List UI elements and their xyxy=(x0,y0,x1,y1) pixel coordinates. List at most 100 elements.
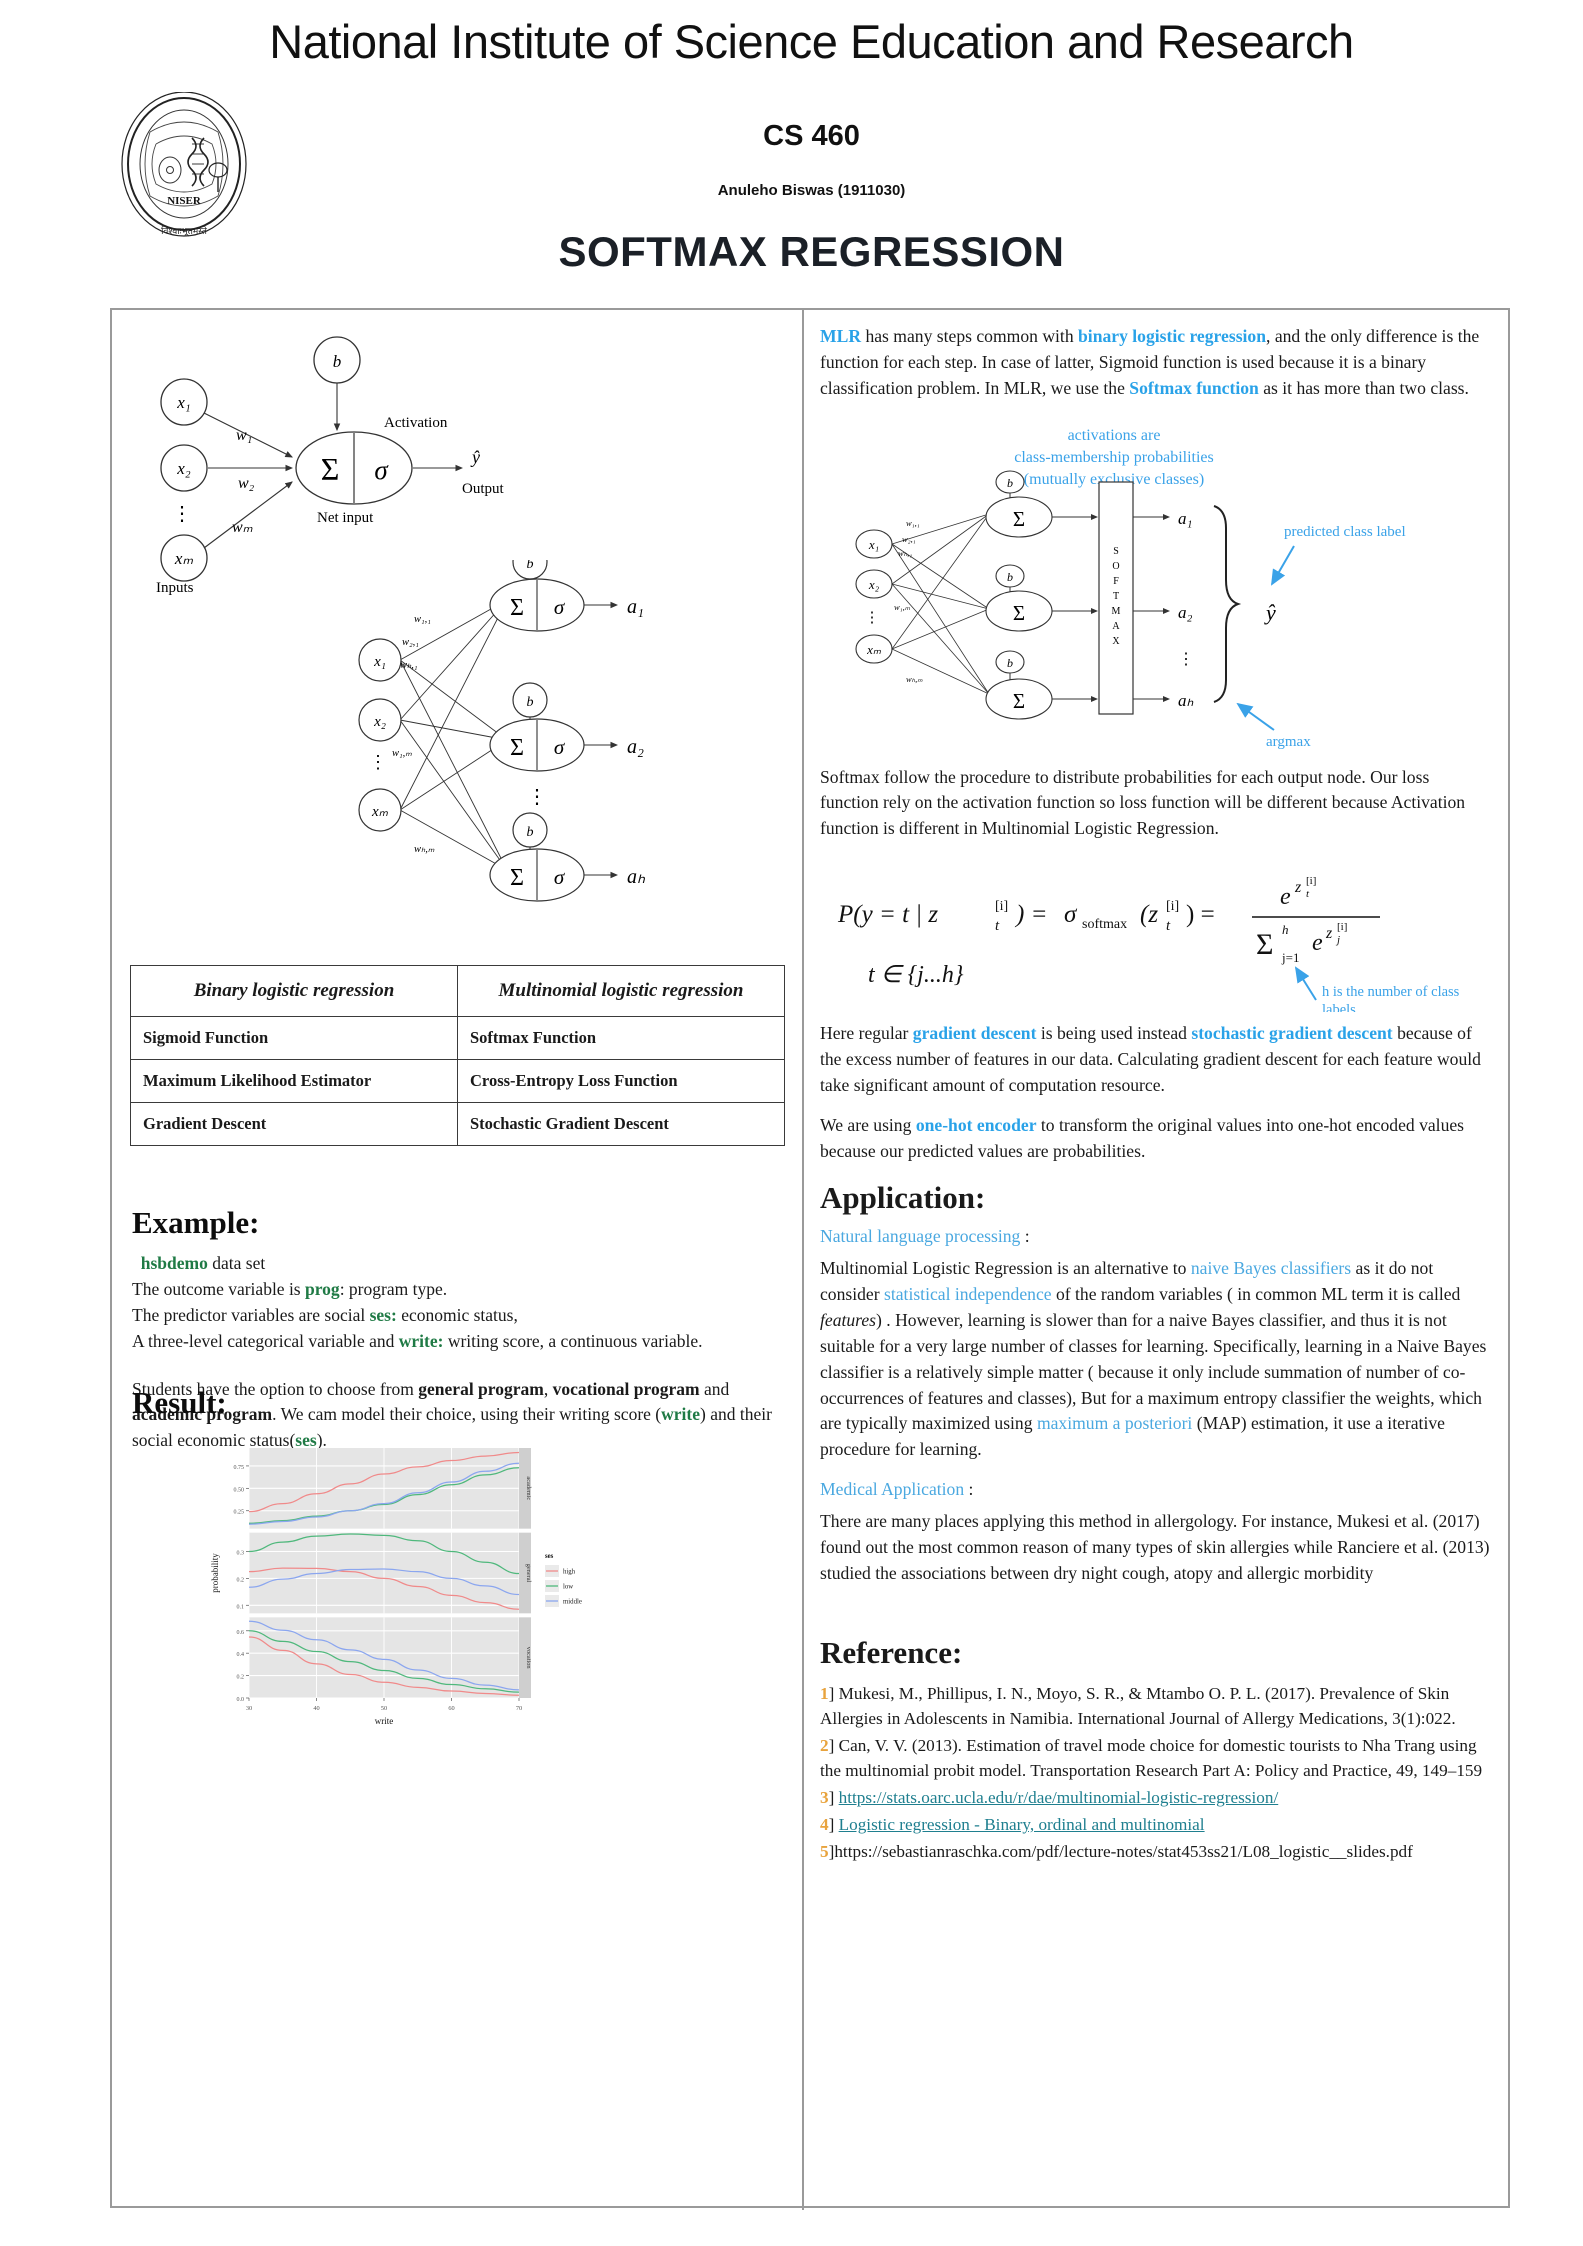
chart-xtick-label: 50 xyxy=(381,1705,387,1712)
formula-sum-symbol: Σ xyxy=(1256,928,1273,961)
softmax-letter-o: O xyxy=(1112,561,1119,572)
bias-node-2: b xyxy=(527,695,534,710)
ref-num-2: 2 xyxy=(820,1735,829,1755)
net-input-xm: xₘ xyxy=(371,804,389,820)
cell-binary-3: Gradient Descent xyxy=(130,1102,458,1146)
formula-note-line1: h is the number of class xyxy=(1322,984,1460,1000)
cell-multinomial-2: Cross-Entropy Loss Function xyxy=(457,1059,785,1103)
net-input-label: Net input xyxy=(317,510,374,526)
ref-text-2: Can, V. V. (2013). Estimation of travel … xyxy=(820,1735,1483,1780)
chart-ytick-label: 0.50 xyxy=(234,1487,245,1493)
sm-weight-whm: wₕ,ₘ xyxy=(906,674,923,684)
ref-text-1: Mukesi, M., Phillipus, I. N., Moyo, S. R… xyxy=(820,1683,1456,1728)
result-heading: Result: xyxy=(132,1385,782,1421)
ref-num-4: 4 xyxy=(820,1815,829,1835)
ref-link-4[interactable]: Logistic regression - Binary, ordinal an… xyxy=(839,1815,1205,1834)
medical-subheading: Medical Application : xyxy=(820,1477,1490,1503)
result-heading-colon: : xyxy=(216,1385,227,1420)
chart-svg: 0.25 0.50 0.75 academic 0.1 0.2 0.3 general 0.0 0… xyxy=(210,1448,582,1726)
poster-body-frame: x₁ x₂ ⋮ xₘ b Σ σ w₁ w₂ wₘ Net input Acti… xyxy=(110,308,1510,2210)
nlp-paragraph: Multinomial Logistic Regression is an al… xyxy=(820,1256,1490,1463)
intro-paragraph: MLR has many steps common with binary lo… xyxy=(820,324,1490,402)
formula-lhs-sup: [i] xyxy=(995,899,1008,914)
sm-sum-1: Σ xyxy=(1013,507,1025,531)
formula-arg-close: ) = xyxy=(1186,901,1215,928)
sum-symbol-1: Σ xyxy=(510,595,524,621)
cell-binary-1: Sigmoid Function xyxy=(130,1016,458,1060)
chart-y-axis-label: probability xyxy=(210,1553,220,1593)
logo-acronym: NISER xyxy=(167,195,202,207)
reference-item-4: 4] Logistic regression - Binary, ordinal… xyxy=(820,1812,1490,1837)
output-a2: a₂ xyxy=(627,736,644,758)
formula-num-exp-sup: [i] xyxy=(1306,875,1316,887)
gradient-descent-term: gradient descent xyxy=(912,1023,1037,1044)
formula-sum-upper: h xyxy=(1282,922,1289,937)
weight-wh1: wₕ,₁ xyxy=(400,660,418,671)
input-dots: ⋮ xyxy=(369,752,387,772)
medical-paragraph: There are many places applying this meth… xyxy=(820,1511,1490,1583)
chart-legend-label-middle: middle xyxy=(563,1599,582,1606)
argmax-annotation: argmax xyxy=(1266,734,1311,750)
right-column: MLR has many steps common with binary lo… xyxy=(806,310,1506,2206)
threelevel-line: A three-level categorical variable and w… xyxy=(132,1329,782,1355)
softmax-letter-x: X xyxy=(1112,636,1120,647)
formula-sigma-arg: (z xyxy=(1140,901,1158,928)
ref-num-3: 3 xyxy=(820,1788,829,1808)
application-heading-colon: : xyxy=(975,1180,986,1216)
gd-a: Here regular xyxy=(820,1023,913,1044)
sm-output-dots: ⋮ xyxy=(1178,651,1194,668)
nlp-a: Multinomial Logistic Regression is an al… xyxy=(820,1258,1191,1279)
mlr-term: MLR xyxy=(820,326,862,346)
sigma-symbol: σ xyxy=(374,455,389,485)
logo-motto: विश्वाःभूतमस्ते xyxy=(161,225,208,237)
left-column: x₁ x₂ ⋮ xₘ b Σ σ w₁ w₂ wₘ Net input Acti… xyxy=(112,310,800,2206)
output-a1: a₁ xyxy=(627,596,644,618)
chart-ytick-label: 0.4 xyxy=(237,1652,245,1658)
sm-input-dots: ⋮ xyxy=(865,610,880,626)
vertical-dots: ⋮ xyxy=(172,503,192,525)
niser-logo: NISER विश्वाःभूतमस्ते xyxy=(121,92,247,237)
chart-xtick-label: 30 xyxy=(246,1705,252,1712)
softmax-network-diagram: activations are class-membership probabi… xyxy=(855,427,1406,750)
reference-item-5: 5]https://sebastianraschka.com/pdf/lectu… xyxy=(820,1839,1490,1864)
dataset-suffix: data set xyxy=(207,1253,266,1273)
pred-var: ses: xyxy=(369,1304,397,1325)
annotation-line-2: class-membership probabilities xyxy=(1014,449,1214,466)
sm-bias-2: b xyxy=(1007,570,1013,584)
table-row: Gradient Descent Stochastic Gradient Des… xyxy=(130,1102,785,1146)
sgd-term: stochastic gradient descent xyxy=(1191,1023,1393,1044)
sm-output-a2: a₂ xyxy=(1178,603,1193,622)
inputs-label: Inputs xyxy=(156,580,194,596)
chart-ytick-label: 0.6 xyxy=(237,1630,245,1636)
outcome-var: prog xyxy=(305,1278,340,1299)
gradient-descent-paragraph: Here regular gradient descent is being u… xyxy=(820,1021,1490,1099)
chart-xtick-label: 70 xyxy=(516,1705,522,1712)
formula-den-exp-sub: j xyxy=(1335,934,1340,946)
net-input-x1: x₁ xyxy=(373,654,386,670)
medical-heading-text: Medical Application xyxy=(820,1479,965,1500)
example-heading-text: Example xyxy=(132,1205,250,1240)
application-heading: Application: xyxy=(820,1180,1490,1216)
example-heading-colon: : xyxy=(249,1205,260,1240)
softmax-letter-t: T xyxy=(1113,591,1119,602)
chart-ytick-label: 0.0 xyxy=(237,1697,245,1703)
sm-weight-wh1: wₕ,₁ xyxy=(898,548,912,558)
chart-facet-label-academic: academic xyxy=(525,1476,532,1500)
nlp-colon: : xyxy=(1020,1226,1030,1247)
oh-a: We are using xyxy=(820,1114,916,1135)
comparison-table: Binary logistic regression Multinomial l… xyxy=(130,965,785,1146)
input-node-x1: x₁ xyxy=(176,393,190,412)
chart-ytick-label: 0.75 xyxy=(234,1465,245,1471)
sm-weight-w21: w₂,₁ xyxy=(902,534,916,544)
outcome-post: : program type. xyxy=(339,1278,448,1299)
sum-symbol-2: Σ xyxy=(510,735,524,761)
ref-link-3[interactable]: https://stats.oarc.ucla.edu/r/dae/multin… xyxy=(839,1788,1279,1807)
binary-logistic-term: binary logistic regression xyxy=(1078,326,1267,346)
formula-sum-lower: j=1 xyxy=(1281,950,1299,965)
output-symbol: ŷ xyxy=(470,447,480,467)
chart-ytick-label: 0.1 xyxy=(237,1604,245,1610)
yhat-label: ŷ xyxy=(1264,600,1276,625)
ref-text-5: https://sebastianraschka.com/pdf/lecture… xyxy=(834,1842,1413,1862)
chart-ytick-label: 0.2 xyxy=(237,1577,245,1583)
sm-bias-1: b xyxy=(1007,476,1013,490)
